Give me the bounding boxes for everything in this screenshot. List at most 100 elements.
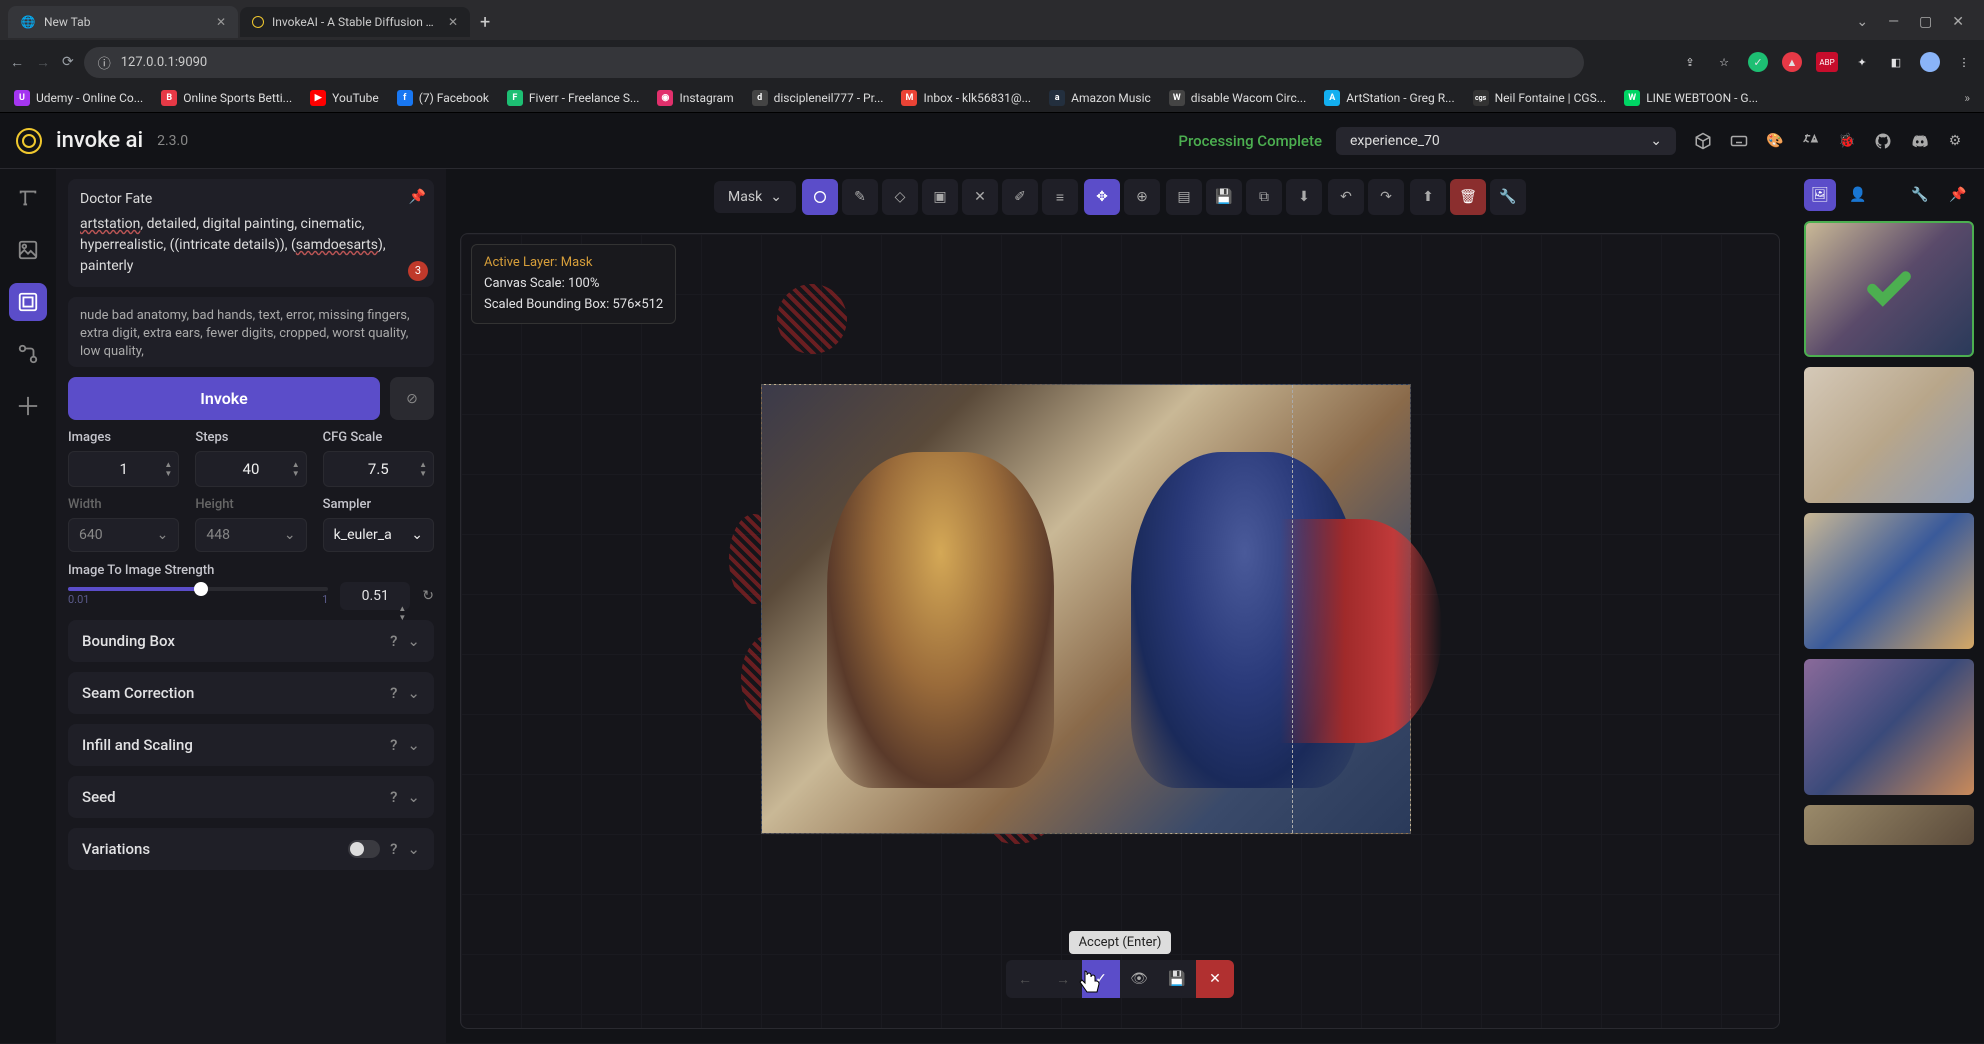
extensions-icon[interactable]: ✦ <box>1852 52 1872 72</box>
bookmark-item[interactable]: AArtStation - Greg R... <box>1324 90 1454 106</box>
stepper-icon[interactable]: ▲▼ <box>398 604 406 622</box>
share-icon[interactable]: ⇪ <box>1680 52 1700 72</box>
layer-select[interactable]: Mask⌄ <box>714 181 796 213</box>
palette-icon[interactable]: 🎨 <box>1762 128 1788 154</box>
close-window-icon[interactable]: ✕ <box>1952 14 1964 30</box>
canvas-viewport[interactable]: Active Layer: Mask Canvas Scale: 100% Sc… <box>460 233 1780 1029</box>
i2i-slider[interactable] <box>68 587 328 591</box>
site-info-icon[interactable]: ⓘ <box>98 53 111 72</box>
gallery-thumb[interactable] <box>1804 367 1974 503</box>
fill-tool-icon[interactable]: ▣ <box>922 179 958 215</box>
bookmark-item[interactable]: ddiscipleneil777 - Pr... <box>752 90 884 106</box>
profile-icon[interactable] <box>1920 52 1940 72</box>
nodes-mode-icon[interactable] <box>9 335 47 373</box>
reset-icon[interactable]: ↻ <box>422 588 434 604</box>
sidepanel-icon[interactable]: ◧ <box>1886 52 1906 72</box>
reload-button[interactable]: ⟳ <box>62 54 74 70</box>
bug-icon[interactable]: 🐞 <box>1834 128 1860 154</box>
seed-section[interactable]: Seed?⌄ <box>68 776 434 818</box>
minimize-icon[interactable]: — <box>1888 14 1899 30</box>
gallery-pin-icon[interactable]: 📌 <box>1942 179 1974 211</box>
bookmark-item[interactable]: aAmazon Music <box>1049 90 1151 106</box>
generated-image[interactable] <box>761 384 1411 834</box>
model-select[interactable]: experience_70 ⌄ <box>1336 127 1676 155</box>
bookmark-item[interactable]: f(7) Facebook <box>397 90 489 106</box>
cfg-input[interactable]: 7.5▲▼ <box>323 451 434 487</box>
training-mode-icon[interactable] <box>9 387 47 425</box>
transform-tool-icon[interactable]: ⊕ <box>1124 179 1160 215</box>
canvas-mode-icon[interactable] <box>9 283 47 321</box>
infill-scaling-section[interactable]: Infill and Scaling?⌄ <box>68 724 434 766</box>
move-tool-icon[interactable]: ✥ <box>1084 179 1120 215</box>
eraser-tool-icon[interactable]: ◇ <box>882 179 918 215</box>
info-icon[interactable]: ? <box>390 632 397 650</box>
bookmark-item[interactable]: ▶YouTube <box>310 90 379 106</box>
maximize-icon[interactable]: ▢ <box>1919 14 1932 30</box>
redo-icon[interactable]: ↷ <box>1368 179 1404 215</box>
copy-icon[interactable]: ⧉ <box>1246 179 1282 215</box>
gallery-images-tab[interactable]: 🖼 <box>1804 179 1836 211</box>
gallery-thumb[interactable] <box>1804 513 1974 649</box>
stepper-icon[interactable]: ▲▼ <box>164 460 172 478</box>
delete-icon[interactable]: 🗑 <box>1450 179 1486 215</box>
settings-tool-icon[interactable]: 🔧 <box>1490 179 1526 215</box>
pin-icon[interactable]: 📌 <box>409 187 426 208</box>
next-icon[interactable]: → <box>1044 960 1082 998</box>
seam-correction-section[interactable]: Seam Correction?⌄ <box>68 672 434 714</box>
cancel-button[interactable]: ⊘ <box>390 377 434 420</box>
discard-button[interactable]: ✕ <box>1196 960 1234 998</box>
bookmark-item[interactable]: UUdemy - Online Co... <box>14 90 143 106</box>
images-input[interactable]: 1▲▼ <box>68 451 179 487</box>
eyedropper-icon[interactable]: ✐ <box>1002 179 1038 215</box>
bookmark-item[interactable]: WLINE WEBTOON - G... <box>1624 90 1758 106</box>
bookmark-item[interactable]: ◉Instagram <box>657 90 733 106</box>
star-icon[interactable]: ☆ <box>1714 52 1734 72</box>
i2i-value-input[interactable]: 0.51▲▼ <box>340 582 410 610</box>
browser-tab[interactable]: 🌐 New Tab ✕ <box>8 6 238 38</box>
width-select[interactable]: 640⌄ <box>68 518 179 552</box>
pencil-tool-icon[interactable]: ✎ <box>842 179 878 215</box>
cube-icon[interactable] <box>1690 128 1716 154</box>
invoke-button[interactable]: Invoke <box>68 377 380 420</box>
save-stage-icon[interactable]: 💾 <box>1158 960 1196 998</box>
gear-icon[interactable]: ⚙ <box>1942 128 1968 154</box>
brush-tool-icon[interactable] <box>802 179 838 215</box>
discord-icon[interactable] <box>1906 128 1932 154</box>
layers-icon[interactable]: ▤ <box>1166 179 1202 215</box>
sampler-select[interactable]: k_euler_a⌄ <box>323 518 434 552</box>
new-tab-button[interactable]: + <box>480 12 490 33</box>
img2img-mode-icon[interactable] <box>9 231 47 269</box>
download-icon[interactable]: ⬇ <box>1286 179 1322 215</box>
stepper-icon[interactable]: ▲▼ <box>292 460 300 478</box>
extension-icon[interactable]: ✓ <box>1748 52 1768 72</box>
info-icon[interactable]: ? <box>390 788 397 806</box>
abp-extension-icon[interactable]: ABP <box>1816 52 1838 72</box>
gallery-thumb[interactable] <box>1804 659 1974 795</box>
bookmark-item[interactable]: BOnline Sports Betti... <box>161 90 292 106</box>
close-icon[interactable]: ✕ <box>216 15 226 29</box>
github-icon[interactable] <box>1870 128 1896 154</box>
stepper-icon[interactable]: ▲▼ <box>419 460 427 478</box>
menu-icon[interactable]: ⋮ <box>1954 52 1974 72</box>
height-select[interactable]: 448⌄ <box>195 518 306 552</box>
gallery-settings-icon[interactable]: 🔧 <box>1904 179 1936 211</box>
txt2img-mode-icon[interactable] <box>9 179 47 217</box>
bookmark-item[interactable]: FFiverr - Freelance S... <box>507 90 640 106</box>
gallery-thumb[interactable] <box>1804 221 1974 357</box>
clear-tool-icon[interactable]: ✕ <box>962 179 998 215</box>
undo-icon[interactable]: ↶ <box>1328 179 1364 215</box>
list-icon[interactable]: ≡ <box>1042 179 1078 215</box>
browser-tab-active[interactable]: InvokeAI - A Stable Diffusion Toolkit ✕ <box>240 7 470 37</box>
prompt-input[interactable]: 📌 Doctor Fate artstation, detailed, digi… <box>68 179 434 287</box>
forward-button[interactable]: → <box>36 54 50 71</box>
extension-icon[interactable]: ▲ <box>1782 52 1802 72</box>
close-icon[interactable]: ✕ <box>448 15 458 29</box>
accept-button[interactable]: ✓ <box>1082 960 1120 998</box>
keyboard-icon[interactable] <box>1726 128 1752 154</box>
upload-icon[interactable]: ⬆ <box>1410 179 1446 215</box>
bookmark-item[interactable]: cgsNeil Fontaine | CGS... <box>1473 90 1607 106</box>
negative-prompt-input[interactable]: nude bad anatomy, bad hands, text, error… <box>68 297 434 367</box>
bookmark-item[interactable]: MInbox - klk56831@... <box>901 90 1031 106</box>
steps-input[interactable]: 40▲▼ <box>195 451 306 487</box>
info-icon[interactable]: ? <box>390 684 397 702</box>
